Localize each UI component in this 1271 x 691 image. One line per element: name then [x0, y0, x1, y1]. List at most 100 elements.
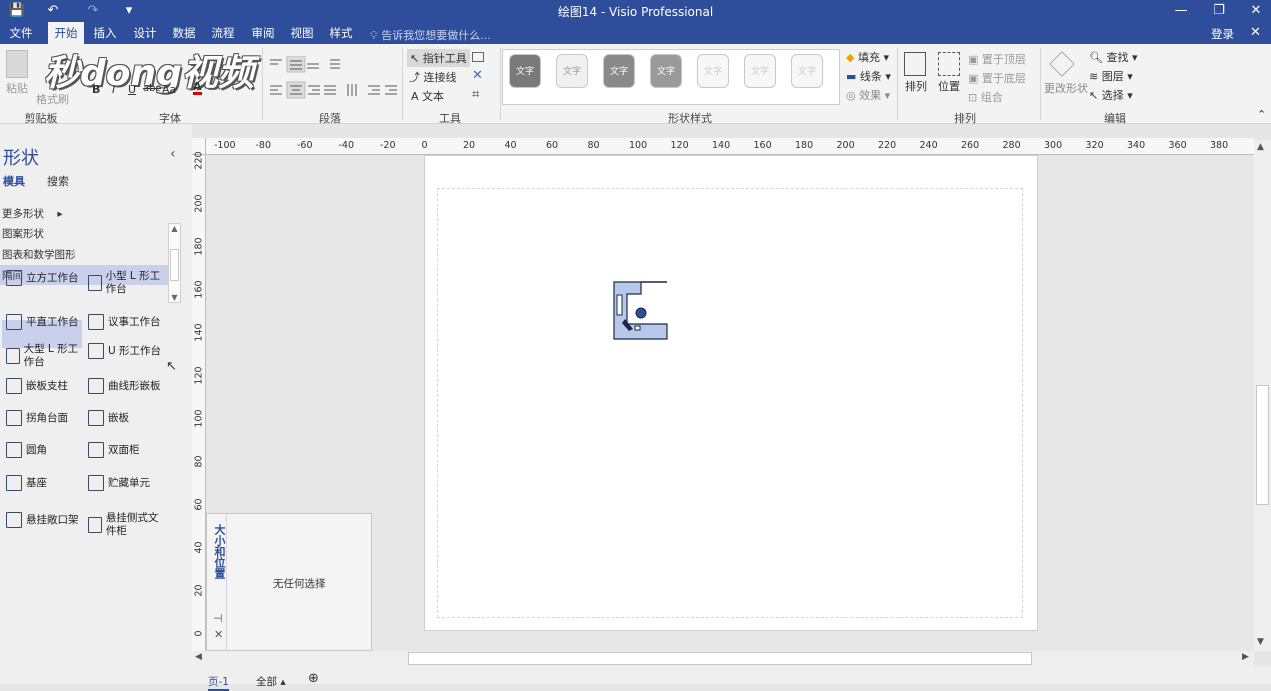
scroll-down-icon[interactable]: ▼	[1257, 637, 1264, 647]
shape-style-option[interactable]: 文字	[603, 54, 635, 88]
all-pages-button[interactable]: 全部 ▴	[256, 674, 286, 689]
shape-item-label: 立方工作台	[26, 271, 79, 284]
redo-icon[interactable]: ↷	[84, 2, 102, 20]
tab-data[interactable]: 数据	[167, 22, 201, 44]
connection-point-icon[interactable]: ✕	[472, 68, 483, 83]
select-button[interactable]: ↖ 选择 ▾	[1089, 87, 1133, 103]
hscroll-thumb[interactable]	[408, 652, 1032, 665]
shape-thumbnail-icon	[6, 410, 22, 426]
ruler-tick-label: 180	[193, 237, 205, 256]
shape-item[interactable]: 悬挂侧式文件柜	[88, 512, 168, 538]
scroll-thumb[interactable]	[170, 249, 179, 281]
tab-style[interactable]: 样式	[324, 22, 358, 44]
cubicle-workstation-shape[interactable]	[613, 281, 669, 341]
shape-item[interactable]: 拐角台面	[6, 410, 86, 426]
tab-stencils[interactable]: 模具	[3, 173, 25, 189]
paste-icon[interactable]	[6, 50, 28, 78]
position-button[interactable]: 位置	[938, 78, 960, 94]
collapse-ribbon-icon[interactable]: ⌃	[1257, 108, 1266, 121]
shape-style-option[interactable]: 文字	[744, 54, 776, 88]
shape-item[interactable]: 嵌板支柱	[6, 378, 86, 394]
find-button[interactable]: 🔍︎ 查找 ▾	[1089, 49, 1138, 65]
tab-view[interactable]: 视图	[285, 22, 319, 44]
tab-file[interactable]: 文件	[4, 22, 38, 44]
line-button[interactable]: ▬ 线条 ▾	[846, 68, 891, 84]
change-case-button[interactable]: Aa	[162, 83, 176, 96]
scroll-down-icon[interactable]: ▼	[169, 293, 180, 302]
close-panel-icon[interactable]: ✕	[214, 628, 223, 641]
shape-item[interactable]: 小型 L 形工作台	[88, 270, 168, 296]
italic-button[interactable]: I	[112, 83, 115, 96]
stencil-item[interactable]: 图表和数学图形	[2, 247, 76, 262]
close-ribbon-icon[interactable]: ✕	[1250, 25, 1261, 40]
underline-button[interactable]: U	[128, 83, 136, 96]
shape-item[interactable]: 大型 L 形工作台	[6, 343, 86, 369]
shape-style-option[interactable]: 文字	[650, 54, 682, 88]
bring-to-front-button[interactable]: ▣ 置于顶层	[968, 51, 1026, 67]
shape-item[interactable]: 立方工作台	[6, 270, 86, 286]
shape-style-option[interactable]: 文字	[556, 54, 588, 88]
shape-item[interactable]: 贮藏单元	[88, 475, 168, 491]
send-to-back-button[interactable]: ▣ 置于底层	[968, 70, 1026, 86]
shape-item[interactable]: 嵌板	[88, 410, 168, 426]
layers-button[interactable]: ≋ 图层 ▾	[1089, 68, 1133, 84]
shape-item[interactable]: 平直工作台	[6, 314, 86, 330]
crop-icon[interactable]: ⌗	[472, 87, 479, 102]
shape-item[interactable]: 双面柜	[88, 442, 168, 458]
tab-insert[interactable]: 插入	[88, 22, 122, 44]
paste-button[interactable]: 粘贴	[6, 80, 28, 96]
save-icon[interactable]: 💾	[8, 2, 26, 20]
tab-process[interactable]: 流程	[206, 22, 240, 44]
shape-item[interactable]: 圆角	[6, 442, 86, 458]
bold-button[interactable]: B	[92, 83, 100, 96]
horizontal-scrollbar[interactable]: ◀ ▶	[192, 651, 1254, 666]
restore-icon[interactable]: ❐	[1210, 2, 1228, 20]
rectangle-tool-icon[interactable]	[472, 52, 484, 62]
shape-style-option[interactable]: 文字	[509, 54, 541, 88]
shape-thumbnail-icon	[88, 442, 104, 458]
shape-item[interactable]: 议事工作台	[88, 314, 168, 330]
change-shape-button[interactable]: 更改形状	[1044, 80, 1088, 96]
login-link[interactable]: 登录	[1211, 26, 1234, 42]
group-button[interactable]: ⊡ 组合	[968, 89, 1003, 105]
tell-me-search[interactable]: 💡︎ 告诉我您想要做什么...	[370, 27, 491, 43]
strikethrough-button[interactable]: abc	[143, 83, 161, 94]
tab-review[interactable]: 审阅	[246, 22, 280, 44]
effect-button[interactable]: ◎ 效果 ▾	[846, 87, 890, 103]
stencil-list-scrollbar[interactable]: ▲ ▼	[168, 223, 181, 303]
stencil-more-shapes[interactable]: 更多形状 ▸	[2, 206, 63, 221]
scroll-right-icon[interactable]: ▶	[1242, 652, 1249, 662]
collapse-panel-icon[interactable]: ‹	[170, 146, 176, 162]
shape-item[interactable]: 悬挂敞口架	[6, 512, 86, 528]
align-icons[interactable]	[268, 55, 398, 106]
minimize-icon[interactable]: —	[1172, 2, 1190, 20]
stencil-item[interactable]: 图案形状	[2, 226, 44, 241]
vscroll-thumb[interactable]	[1256, 385, 1269, 505]
shape-item[interactable]: 基座	[6, 475, 86, 491]
scroll-up-icon[interactable]: ▲	[169, 224, 180, 233]
page-tab-1[interactable]: 页-1	[208, 674, 229, 691]
shape-style-option[interactable]: 文字	[697, 54, 729, 88]
position-icon	[938, 52, 960, 76]
scroll-left-icon[interactable]: ◀	[195, 652, 202, 662]
shape-item[interactable]: 曲线形嵌板	[88, 378, 168, 394]
connector-tool-button[interactable]: ⤴ 连接线	[409, 69, 457, 85]
scroll-up-icon[interactable]: ▲	[1257, 142, 1264, 152]
fill-button[interactable]: ◆ 填充 ▾	[846, 49, 889, 65]
customize-qat-icon[interactable]: ▾	[122, 2, 136, 20]
drawing-page[interactable]	[424, 155, 1038, 631]
tab-search[interactable]: 搜索	[47, 173, 69, 189]
tab-home[interactable]: 开始	[48, 22, 84, 44]
font-color-button[interactable]: A	[193, 81, 202, 95]
arrange-button[interactable]: 排列	[905, 78, 927, 94]
shape-item[interactable]: U 形工作台	[88, 343, 168, 359]
text-tool-button[interactable]: A 文本	[411, 88, 444, 104]
vertical-scrollbar[interactable]: ▲ ▼	[1254, 140, 1271, 651]
pin-icon[interactable]: ⊣	[213, 612, 223, 625]
close-icon[interactable]: ✕	[1247, 2, 1265, 20]
undo-icon[interactable]: ↶	[44, 2, 62, 20]
mouse-cursor-icon: ↖	[166, 359, 177, 374]
tab-design[interactable]: 设计	[128, 22, 162, 44]
pointer-tool-button[interactable]: ↖ 指针工具	[407, 49, 470, 67]
shape-style-option[interactable]: 文字	[791, 54, 823, 88]
